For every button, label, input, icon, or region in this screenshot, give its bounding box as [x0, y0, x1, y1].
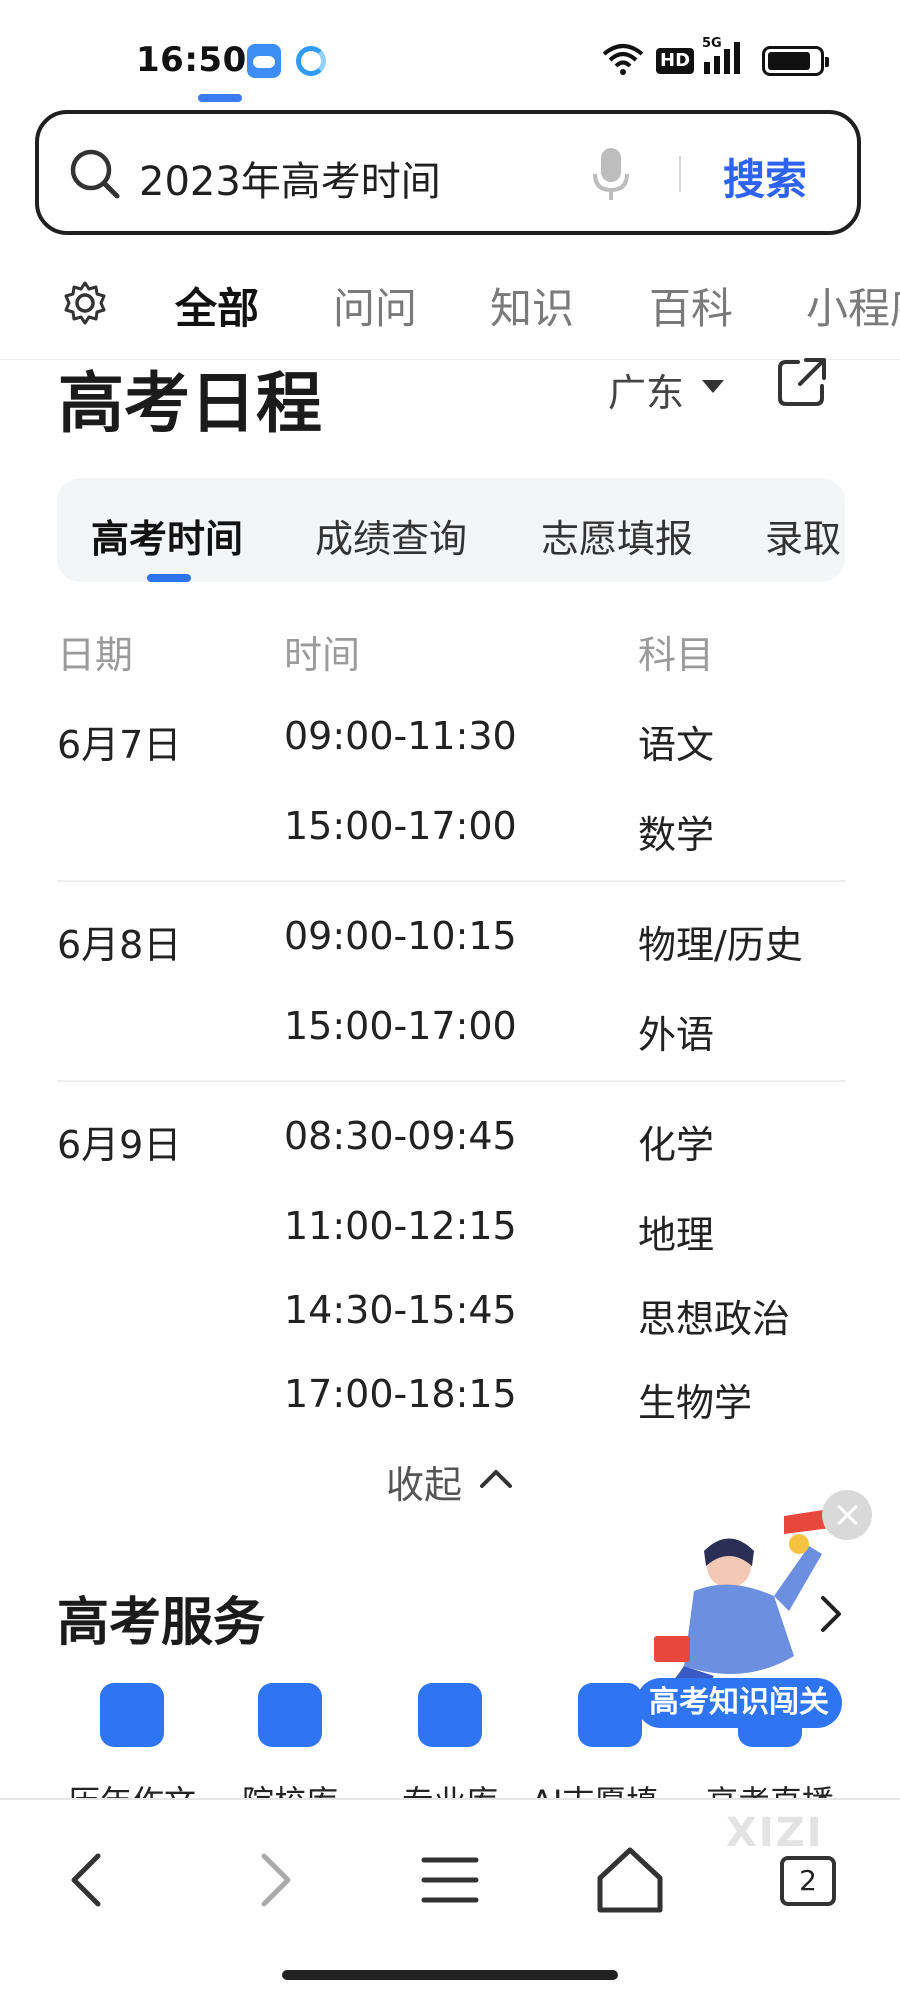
signal-strength-icon: [704, 42, 740, 74]
schedule-subject: 生物学: [638, 1381, 753, 1425]
column-header-date: 日期: [57, 633, 134, 677]
schedule-sub-tabs: 高考时间 成绩查询 志愿填报 录取: [57, 478, 845, 582]
subtab-score-query[interactable]: 成绩查询: [315, 508, 467, 563]
status-bar: 16:50 HD 5G: [0, 0, 900, 110]
subtab-application[interactable]: 志愿填报: [541, 508, 693, 563]
menu-icon[interactable]: [410, 1840, 490, 1920]
tabs-count-button[interactable]: 2: [780, 1856, 836, 1906]
schedule-time: 17:00-18:15: [284, 1372, 517, 1416]
schedule-date: 6月7日: [57, 723, 182, 767]
home-indicator[interactable]: [282, 1970, 618, 1980]
schedule-time: 14:30-15:45: [284, 1288, 517, 1332]
status-time: 16:50: [136, 40, 247, 80]
gear-icon[interactable]: [62, 280, 108, 326]
tab-baike[interactable]: 百科: [649, 275, 733, 336]
search-icon: [70, 149, 120, 199]
search-input[interactable]: 2023年高考时间: [139, 149, 441, 207]
schedule-subject: 语文: [638, 723, 715, 767]
back-icon[interactable]: [50, 1840, 130, 1920]
service-majors[interactable]: 专业库: [370, 1683, 530, 1821]
row-divider: [57, 880, 845, 882]
subtab-exam-time[interactable]: 高考时间: [91, 508, 243, 563]
forward-icon[interactable]: [232, 1840, 312, 1920]
schedule-date: 6月8日: [57, 923, 182, 967]
schedule-subject: 地理: [638, 1213, 715, 1257]
services-title: 高考服务: [57, 1593, 266, 1653]
schedule-subject: 思想政治: [638, 1297, 791, 1341]
schedule-date: 6月9日: [57, 1123, 182, 1167]
schedule-subject: 物理/历史: [638, 923, 803, 967]
tab-all[interactable]: 全部: [175, 275, 259, 336]
active-tab-indicator: [198, 94, 242, 102]
schedule-subject: 数学: [638, 813, 715, 857]
tab-knowledge[interactable]: 知识: [490, 275, 574, 336]
schedule-time: 15:00-17:00: [284, 804, 517, 848]
caret-down-icon[interactable]: [702, 380, 724, 393]
search-box[interactable]: 2023年高考时间 搜索: [35, 110, 861, 235]
microphone-icon[interactable]: [589, 144, 633, 204]
browser-app-icon: [296, 46, 326, 76]
search-divider: [679, 156, 681, 192]
folder-search-icon: [418, 1683, 482, 1747]
watermark: XIZI: [726, 1810, 824, 1856]
tab-mini-program[interactable]: 小程序: [806, 275, 900, 336]
close-icon[interactable]: [822, 1490, 872, 1540]
category-tab-bar: 全部 问问 知识 百科 小程序: [0, 255, 900, 360]
service-essays[interactable]: 历年作文: [52, 1683, 212, 1821]
region-select[interactable]: 广东: [608, 362, 684, 417]
weather-app-icon: [247, 44, 281, 78]
share-external-icon[interactable]: [776, 356, 828, 408]
ai-pen-icon: [578, 1683, 642, 1747]
subtab-active-indicator: [147, 574, 191, 582]
building-icon: [258, 1683, 322, 1747]
collapse-button[interactable]: 收起: [386, 1454, 462, 1509]
column-header-subject: 科目: [638, 633, 715, 677]
subtab-admission[interactable]: 录取: [765, 508, 841, 563]
schedule-time: 09:00-11:30: [284, 714, 517, 758]
feather-pen-icon: [100, 1683, 164, 1747]
column-header-time: 时间: [284, 633, 361, 677]
home-icon[interactable]: [590, 1840, 670, 1920]
search-button[interactable]: 搜索: [723, 146, 807, 207]
promo-label[interactable]: 高考知识闯关: [636, 1678, 842, 1728]
tab-wenwen[interactable]: 问问: [333, 275, 417, 336]
schedule-subject: 外语: [638, 1013, 715, 1057]
schedule-time: 11:00-12:15: [284, 1204, 517, 1248]
service-colleges[interactable]: 院校库: [210, 1683, 370, 1821]
chevron-up-icon[interactable]: [478, 1466, 514, 1490]
schedule-time: 09:00-10:15: [284, 914, 517, 958]
wifi-icon: [602, 44, 644, 75]
row-divider: [57, 1080, 845, 1082]
hd-badge: HD: [656, 48, 695, 74]
schedule-time: 08:30-09:45: [284, 1114, 517, 1158]
schedule-subject: 化学: [638, 1123, 715, 1167]
schedule-time: 15:00-17:00: [284, 1004, 517, 1048]
battery-icon: [762, 46, 829, 76]
card-title: 高考日程: [58, 365, 322, 442]
